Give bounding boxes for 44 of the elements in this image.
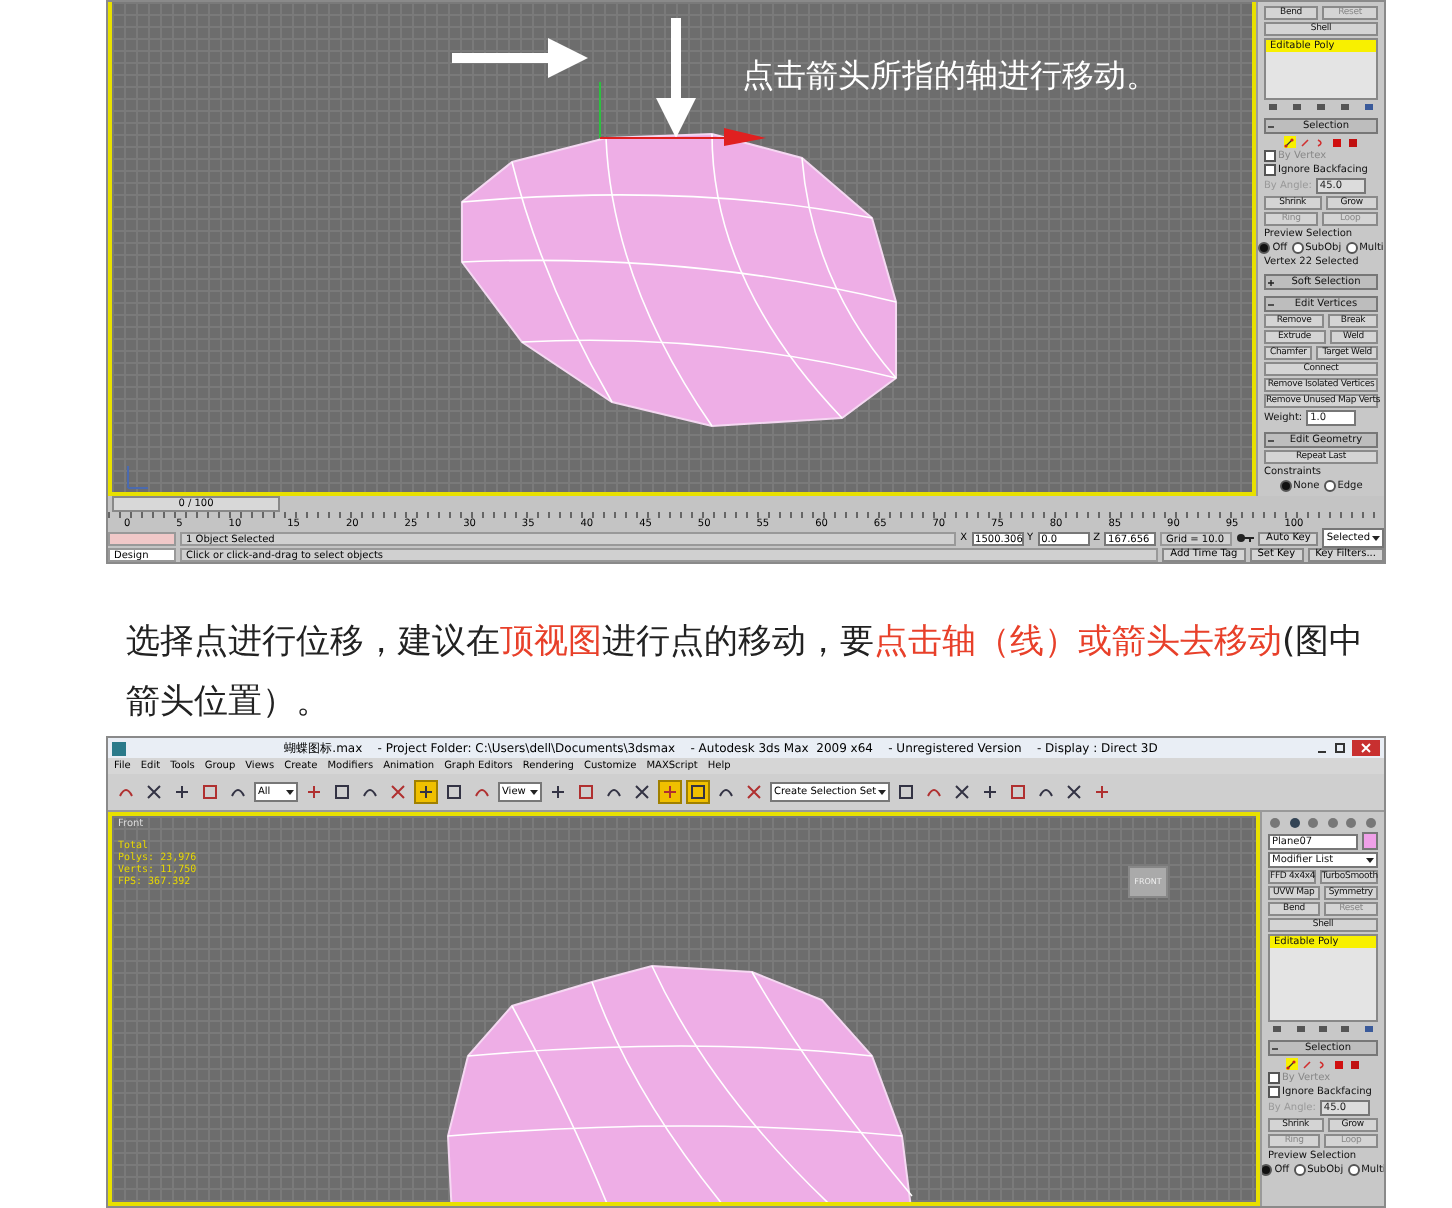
stack-tool-icon[interactable]	[1339, 102, 1350, 112]
instruction-paragraph: 选择点进行位移，建议在顶视图进行点的移动，要点击轴（线）或箭头去移动(图中箭头位置）。	[124, 620, 1366, 726]
caret-icon	[530, 788, 538, 796]
annotation-text: 点击箭头所指的轴进行移动。	[742, 56, 1158, 98]
toolbar-icon[interactable]	[658, 780, 682, 804]
stack-tool-icon[interactable]	[1292, 102, 1303, 112]
stack-tool-icon[interactable]	[1272, 1024, 1283, 1034]
maximize-icon[interactable]	[1334, 742, 1346, 754]
arrow-drawing	[452, 38, 588, 78]
stack-tool-icon[interactable]	[1340, 1024, 1351, 1034]
caret-icon	[286, 788, 294, 796]
arrow-drawing	[656, 18, 696, 138]
color-swatch[interactable]	[1362, 832, 1378, 850]
stack-tool-icon[interactable]	[1363, 102, 1374, 112]
toolbar-icon[interactable]	[950, 780, 975, 804]
toolbar-icon[interactable]	[1062, 780, 1087, 804]
stack-tool-icon[interactable]	[1268, 102, 1279, 112]
caret-icon	[1366, 856, 1374, 864]
toolbar-icon[interactable]	[546, 780, 570, 804]
caret-icon	[1372, 534, 1380, 542]
toolbar-icon[interactable]	[330, 780, 354, 804]
toolbar-icon[interactable]	[302, 780, 326, 804]
toolbar-icon[interactable]	[686, 780, 710, 804]
toolbar-icon[interactable]	[142, 780, 166, 804]
caret-icon	[878, 788, 887, 796]
toolbar-icon[interactable]	[742, 780, 766, 804]
toolbar-icon[interactable]	[198, 780, 222, 804]
stack-tool-icon[interactable]	[1315, 102, 1326, 112]
key-icon[interactable]	[1236, 532, 1255, 544]
stack-tool-icon[interactable]	[1363, 1024, 1374, 1034]
toolbar-icon[interactable]	[894, 780, 919, 804]
toolbar-icon[interactable]	[630, 780, 654, 804]
viewport[interactable]: 点击箭头所指的轴进行移动。	[108, 2, 1256, 496]
app-icon	[112, 741, 126, 755]
subobject-icon[interactable]	[1285, 1058, 1297, 1070]
subobject-icon[interactable]	[1283, 136, 1295, 148]
toolbar-icon[interactable]	[386, 780, 410, 804]
toolbar-icon[interactable]	[170, 780, 194, 804]
toolbar-icon[interactable]	[574, 780, 598, 804]
close-icon[interactable]	[1352, 740, 1380, 756]
toolbar-icon[interactable]	[414, 780, 438, 804]
toolbar-icon[interactable]	[1006, 780, 1031, 804]
axis-tripod-icon	[127, 465, 149, 489]
toolbar-icon[interactable]	[442, 780, 466, 804]
